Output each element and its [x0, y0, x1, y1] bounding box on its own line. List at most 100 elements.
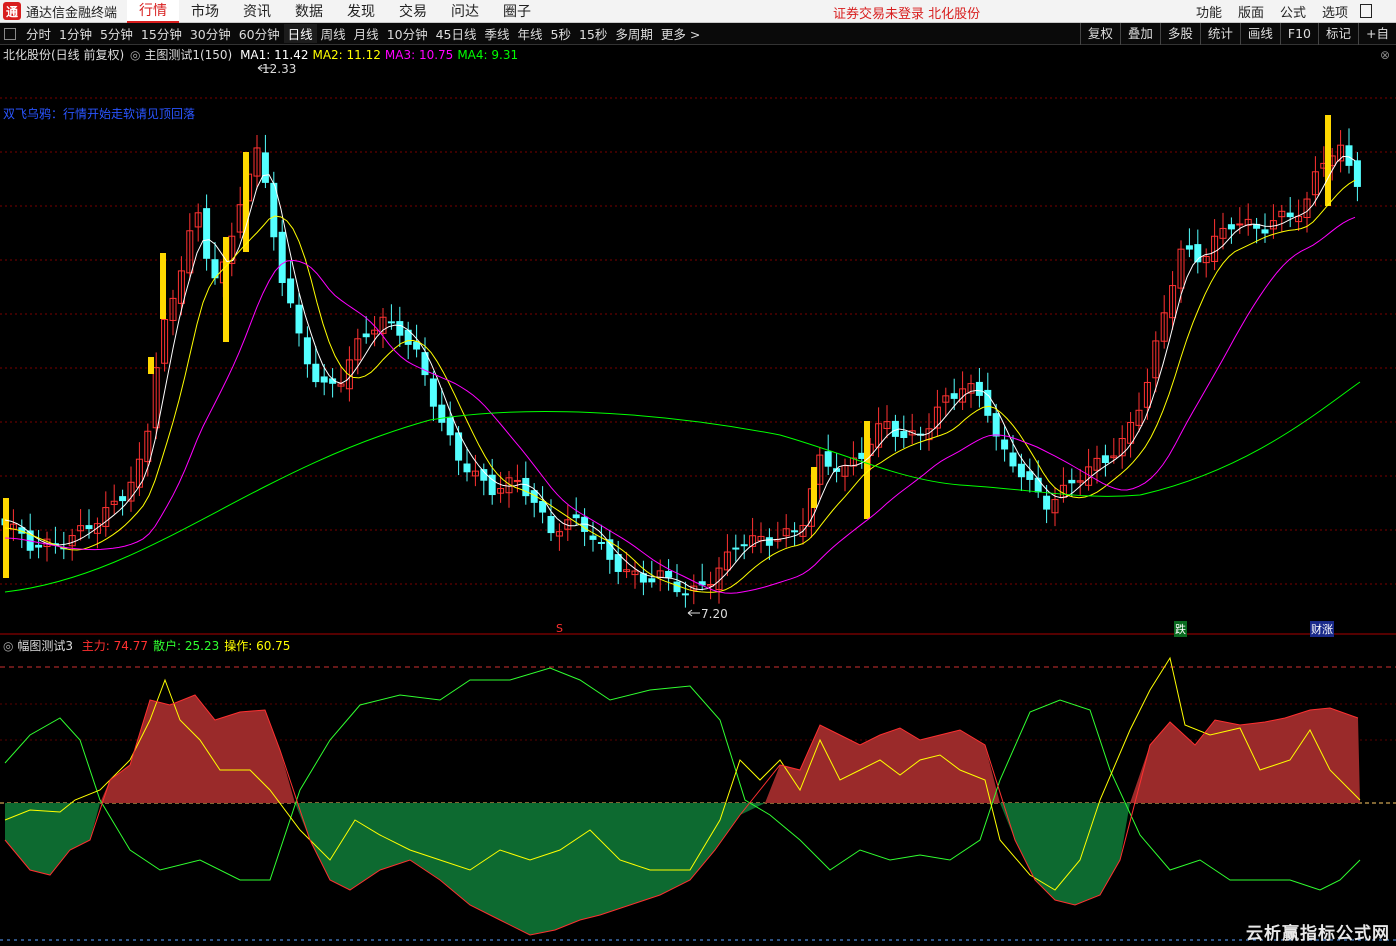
period-12[interactable]: 年线: [514, 24, 547, 43]
period-7[interactable]: 周线: [317, 24, 350, 43]
right-menu-1[interactable]: 版面: [1230, 2, 1272, 21]
sub-indicator-toggle-icon[interactable]: ◎: [3, 639, 13, 653]
period-11[interactable]: 季线: [481, 24, 514, 43]
candle-body: [597, 541, 605, 544]
signal-bar: [223, 237, 229, 342]
candle-body: [589, 535, 597, 540]
sub-indicator-name[interactable]: 幅图测试3: [17, 639, 73, 653]
candle-body: [446, 416, 454, 436]
period-8[interactable]: 月线: [350, 24, 383, 43]
candle-body: [1261, 229, 1269, 234]
menu-0[interactable]: 行情: [127, 0, 180, 23]
candle-body: [732, 547, 740, 550]
period-14[interactable]: 15秒: [575, 24, 611, 43]
candle-body: [539, 500, 547, 513]
candle-body: [992, 413, 1000, 437]
tool-4[interactable]: 画线: [1239, 23, 1280, 45]
period-4[interactable]: 30分钟: [186, 24, 235, 43]
candle-body: [1009, 452, 1017, 467]
ma3-line: [4, 216, 1356, 594]
period-10[interactable]: 45日线: [432, 24, 481, 43]
candle-body: [1001, 439, 1009, 450]
window-icon[interactable]: [1360, 4, 1372, 18]
low-arrow-icon: [687, 609, 700, 617]
candle-body: [648, 578, 656, 583]
tool-6[interactable]: 标记: [1318, 23, 1358, 45]
period-2[interactable]: 5分钟: [96, 24, 137, 43]
menu-7[interactable]: 圈子: [491, 0, 543, 23]
candle-body: [287, 278, 295, 304]
sidebar-toggle-icon[interactable]: [4, 27, 16, 40]
candle-body: [1034, 477, 1042, 493]
candle-body: [665, 570, 673, 578]
signal-bar: [811, 467, 817, 508]
sub-value-3: 操作: 60.75: [224, 639, 291, 653]
kline-chart[interactable]: [0, 45, 1396, 635]
candle-body: [673, 581, 681, 593]
retail-area: [295, 803, 765, 935]
chart-tools: 复权 叠加 多股 统计 画线 F10 标记 +自: [1079, 23, 1396, 45]
right-menu-0[interactable]: 功能: [1188, 2, 1230, 21]
app-logo-icon: 通: [3, 2, 21, 20]
candle-body: [387, 321, 395, 324]
main-force-area: [1130, 708, 1360, 803]
period-5[interactable]: 60分钟: [235, 24, 284, 43]
tool-5[interactable]: F10: [1279, 23, 1318, 45]
candle-body: [681, 593, 689, 596]
menu-4[interactable]: 发现: [335, 0, 387, 23]
tool-2[interactable]: 多股: [1159, 23, 1200, 45]
indicator-toggle-icon[interactable]: ◎: [130, 48, 140, 62]
candle-body: [572, 514, 580, 519]
candle-body: [396, 321, 404, 336]
ma4-line: [4, 381, 1361, 593]
period-0[interactable]: 分时: [22, 24, 55, 43]
signal-text: 双飞乌鸦：行情开始走软请见顶回落: [3, 107, 196, 121]
period-9[interactable]: 10分钟: [383, 24, 432, 43]
menu-2[interactable]: 资讯: [231, 0, 283, 23]
main-force-area: [765, 725, 1000, 803]
tool-1[interactable]: 叠加: [1119, 23, 1160, 45]
indicator-name[interactable]: 主图测试1(150): [144, 48, 232, 62]
signal-bar: [1325, 115, 1331, 206]
candle-body: [261, 152, 269, 183]
candle-body: [1068, 479, 1076, 484]
menu-1[interactable]: 市场: [179, 0, 231, 23]
candle-body: [547, 516, 555, 534]
ma-label-3: MA3: 10.75: [384, 48, 454, 62]
period-13[interactable]: 5秒: [547, 24, 575, 43]
login-notice[interactable]: 证券交易未登录 北化股份: [833, 3, 980, 22]
signal-bar: [160, 253, 166, 319]
candle-body: [824, 451, 832, 467]
right-menu: 功能 版面 公式 选项: [1188, 0, 1356, 23]
candle-body: [984, 389, 992, 416]
period-1[interactable]: 1分钟: [55, 24, 96, 43]
sub-chart-header: ◎ 幅图测试3 主力: 74.77 散户: 25.23 操作: 60.75: [3, 637, 290, 654]
tool-7[interactable]: +自: [1358, 23, 1396, 45]
menu-5[interactable]: 交易: [387, 0, 439, 23]
period-3[interactable]: 15分钟: [137, 24, 186, 43]
candle-body: [740, 544, 748, 547]
candle-body: [1017, 463, 1025, 478]
low-price-label: 7.20: [701, 607, 728, 621]
menu-3[interactable]: 数据: [283, 0, 335, 23]
candle-body: [203, 208, 211, 259]
sub-indicator-chart[interactable]: [0, 635, 1396, 946]
period-6[interactable]: 日线: [283, 24, 317, 43]
candle-body: [1345, 145, 1353, 166]
ma-label-2: MA2: 11.12: [312, 48, 381, 62]
menu-6[interactable]: 问达: [439, 0, 491, 23]
right-menu-3[interactable]: 选项: [1314, 2, 1356, 21]
period-15[interactable]: 多周期: [611, 24, 657, 43]
candle-body: [362, 333, 370, 338]
period-16[interactable]: 更多 >: [657, 24, 704, 43]
retail-area: [1000, 803, 1130, 905]
candle-body: [35, 544, 43, 548]
tool-0[interactable]: 复权: [1079, 23, 1120, 45]
sub-value-2: 散户: 25.23: [153, 639, 220, 653]
top-menu-bar: 通 通达信金融终端 行情 市场 资讯 数据 发现 交易 问达 圈子 证券交易未登录 北化股份 …: [0, 0, 1396, 23]
right-menu-2[interactable]: 公式: [1272, 2, 1314, 21]
candle-body: [614, 554, 622, 572]
tool-3[interactable]: 统计: [1199, 23, 1240, 45]
close-icon[interactable]: ⊗: [1380, 48, 1390, 62]
s-marker: S: [556, 622, 563, 635]
